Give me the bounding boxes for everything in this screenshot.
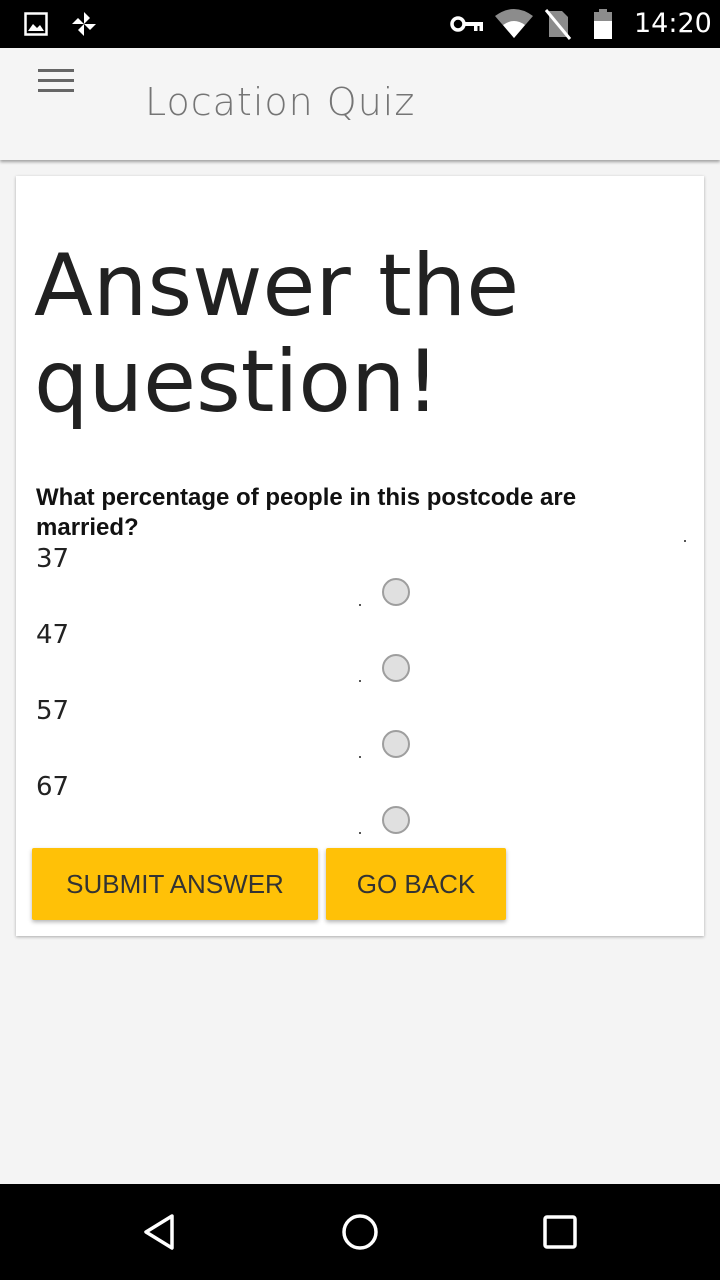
- app-title: Location Quiz: [145, 80, 416, 124]
- image-icon: [24, 12, 48, 36]
- submit-answer-button[interactable]: SUBMIT ANSWER: [32, 848, 318, 920]
- back-triangle-icon[interactable]: [140, 1212, 180, 1252]
- page-heading: Answer the question!: [34, 236, 520, 432]
- battery-icon: [594, 9, 612, 39]
- option-radio[interactable]: [382, 578, 410, 606]
- navigation-bar: [0, 1184, 720, 1280]
- question-text: What percentage of people in this postco…: [36, 484, 577, 541]
- key-icon: [450, 16, 483, 32]
- option-label: 57: [36, 696, 70, 726]
- decorative-dot: [359, 604, 361, 606]
- status-bar: 14:20: [0, 0, 720, 48]
- no-sim-icon: [544, 9, 572, 40]
- decorative-dot: [359, 756, 361, 758]
- decorative-dot: [359, 680, 361, 682]
- option-label: 47: [36, 620, 70, 650]
- decorative-dot: [684, 540, 686, 542]
- status-time: 14:20: [634, 8, 712, 39]
- home-circle-icon[interactable]: [340, 1212, 380, 1252]
- quiz-card: Answer the question! What percentage of …: [16, 176, 704, 936]
- app-bar: Location Quiz: [0, 48, 720, 160]
- option-label: 37: [36, 544, 70, 574]
- decorative-dot: [359, 832, 361, 834]
- recents-square-icon[interactable]: [542, 1214, 578, 1250]
- option-radio[interactable]: [382, 654, 410, 682]
- option-label: 67: [36, 772, 70, 802]
- hamburger-menu-icon[interactable]: [30, 66, 82, 96]
- option-radio[interactable]: [382, 730, 410, 758]
- wifi-icon: [495, 9, 533, 38]
- option-radio[interactable]: [382, 806, 410, 834]
- pinwheel-icon: [72, 12, 96, 36]
- go-back-button[interactable]: GO BACK: [326, 848, 506, 920]
